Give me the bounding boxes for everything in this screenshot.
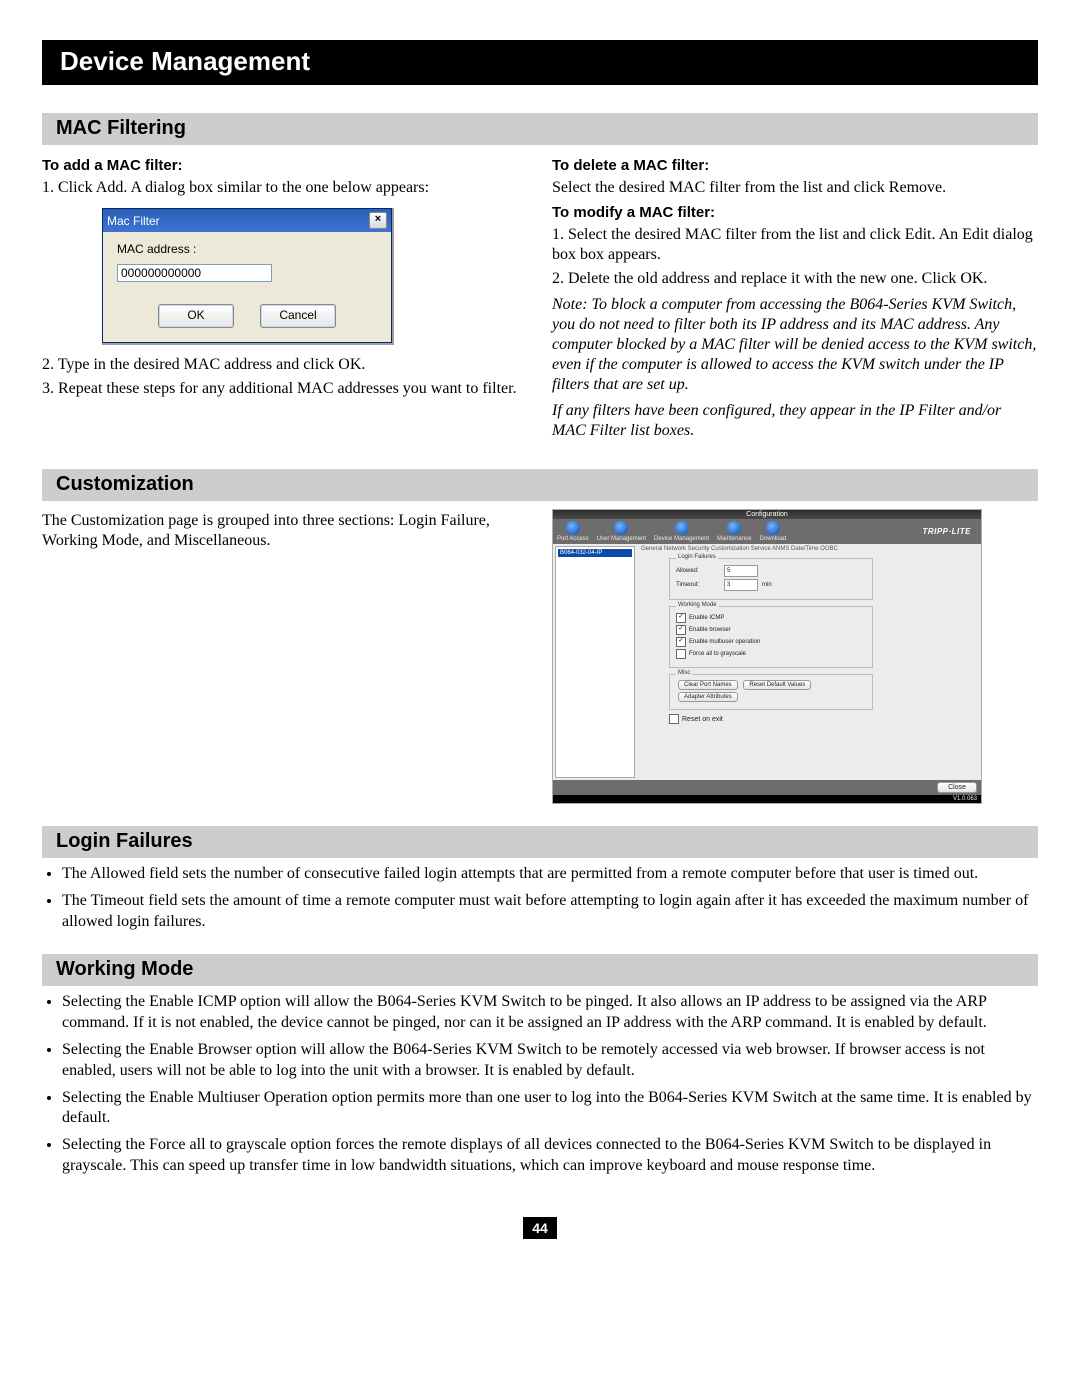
add-step-3: 3. Repeat these steps for any additional… [42,379,528,399]
cancel-button[interactable]: Cancel [260,304,336,328]
checkbox-browser[interactable]: ✓ [676,625,686,635]
misc-group: Misc Clear Port Names Reset Default Valu… [669,674,873,710]
config-banner: Configuration [553,510,981,519]
close-icon[interactable]: × [369,212,387,229]
checkbox-reset-exit[interactable] [669,714,679,724]
clear-port-names-button[interactable]: Clear Port Names [678,680,738,690]
checkbox-icmp[interactable]: ✓ [676,613,686,623]
dialog-title: Mac Filter [107,214,160,228]
timeout-input[interactable]: 3 [724,579,758,591]
group-label-working: Working Mode [676,602,719,608]
allowed-input[interactable]: 5 [724,565,758,577]
delete-body: Select the desired MAC filter from the l… [552,178,1038,198]
checkbox-multiuser[interactable]: ✓ [676,637,686,647]
group-label-login: Login Failures [676,554,718,560]
user-icon [614,521,628,535]
section-working-mode: Working Mode [42,954,1038,986]
close-button[interactable]: Close [937,782,977,793]
login-failure-bullet-1: The Allowed field sets the number of con… [62,864,1038,885]
customization-screenshot: Configuration Port Access User Managemen… [552,509,982,804]
login-failures-group: Login Failures Allowed: 5 Timeout: 3 min [669,558,873,600]
working-mode-bullet-2: Selecting the Enable Browser option will… [62,1040,1038,1082]
nav-port-access[interactable]: Port Access [557,521,589,542]
timeout-label: Timeout: [676,582,724,588]
adapter-attributes-button[interactable]: Adapter Attributes [678,692,738,702]
page-number: 44 [523,1217,557,1239]
checkbox-grayscale[interactable] [676,649,686,659]
globe-icon [566,521,580,535]
modify-mac-heading: To modify a MAC filter: [552,204,1038,221]
section-mac-filtering: MAC Filtering [42,113,1038,145]
ok-button[interactable]: OK [158,304,234,328]
nav-download[interactable]: Download [759,521,786,542]
gear-icon [675,521,689,535]
group-label-misc: Misc [676,670,692,676]
add-step-2: 2. Type in the desired MAC address and c… [42,355,528,375]
page-title: Device Management [42,40,1038,85]
timeout-unit: min [762,582,772,588]
working-mode-group: Working Mode ✓Enable ICMP ✓Enable browse… [669,606,873,668]
tree-item[interactable]: B064-032-04-IP [558,549,632,557]
reset-default-button[interactable]: Reset Default Values [743,680,811,690]
working-mode-bullet-1: Selecting the Enable ICMP option will al… [62,992,1038,1034]
modify-step-1: 1. Select the desired MAC filter from th… [552,225,1038,265]
allowed-label: Allowed: [676,568,724,574]
modify-step-2: 2. Delete the old address and replace it… [552,269,1038,289]
reset-exit-label: Reset on exit [682,716,723,723]
mac-note-2: If any filters have been configured, the… [552,401,1038,441]
add-mac-heading: To add a MAC filter: [42,157,528,174]
brand-logo: TRIPP·LITE [918,525,975,538]
version-label: V1.0.063 [553,795,981,803]
nav-maintenance[interactable]: Maintenance [717,521,751,542]
section-customization: Customization [42,469,1038,501]
section-login-failures: Login Failures [42,826,1038,858]
download-icon [766,521,780,535]
wrench-icon [727,521,741,535]
device-tree[interactable]: B064-032-04-IP [555,546,635,778]
nav-user-management[interactable]: User Management [597,521,646,542]
mac-note-1: Note: To block a computer from accessing… [552,295,1038,395]
mac-address-input[interactable] [117,264,272,282]
config-tabs[interactable]: General Network Security Customization S… [641,546,977,552]
mac-filter-dialog: Mac Filter × MAC address : OK Cancel [102,208,394,345]
working-mode-bullet-4: Selecting the Force all to grayscale opt… [62,1135,1038,1177]
add-step-1: 1. Click Add. A dialog box similar to th… [42,178,528,198]
working-mode-bullet-3: Selecting the Enable Multiuser Operation… [62,1088,1038,1130]
mac-address-label: MAC address : [117,242,377,256]
delete-mac-heading: To delete a MAC filter: [552,157,1038,174]
nav-device-management[interactable]: Device Management [654,521,709,542]
login-failure-bullet-2: The Timeout field sets the amount of tim… [62,891,1038,933]
customization-intro: The Customization page is grouped into t… [42,511,528,551]
